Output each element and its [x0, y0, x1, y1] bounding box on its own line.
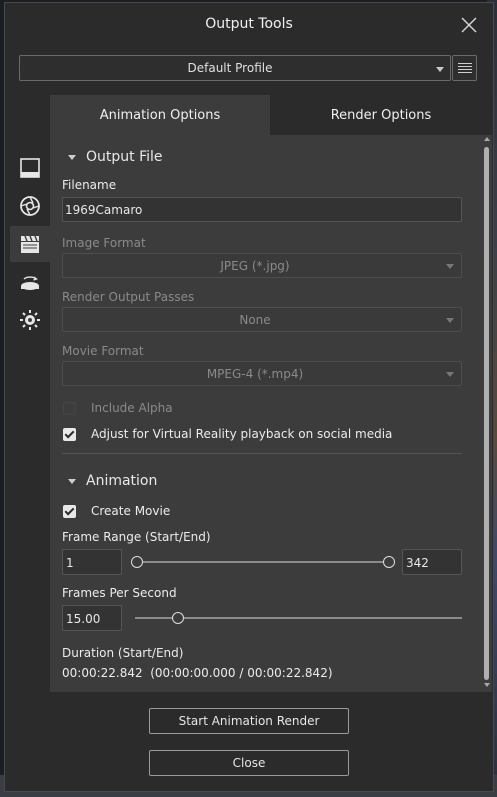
section-divider — [62, 453, 462, 454]
duration-label: Duration (Start/End) — [62, 646, 184, 660]
dialog-footer: Start Animation Render Close — [6, 692, 492, 791]
sidebar-item-camera[interactable] — [10, 188, 50, 224]
movie-format-value: MPEG-4 (*.mp4) — [206, 367, 304, 381]
vr-adjust-label: Adjust for Virtual Reality playback on s… — [91, 427, 393, 441]
frame-start-slider-handle[interactable] — [131, 556, 143, 568]
scroll-thumb[interactable] — [484, 147, 489, 680]
tab-animation-options[interactable]: Animation Options — [50, 95, 270, 135]
clapperboard-icon — [21, 235, 39, 253]
sun-gear-icon — [20, 310, 40, 330]
dialog-title: Output Tools — [205, 16, 293, 32]
collapse-triangle-icon — [68, 479, 76, 484]
profile-menu-button[interactable] — [452, 55, 477, 81]
scroll-down-icon[interactable] — [484, 683, 490, 687]
chevron-down-icon — [446, 264, 454, 269]
frame-start-input[interactable]: 1 — [62, 549, 122, 575]
fps-input[interactable]: 15.00 — [62, 605, 122, 631]
content-area: Animation Options Render Options Output … — [6, 95, 492, 692]
scroll-up-icon[interactable] — [484, 137, 490, 141]
sidebar-item-animation[interactable] — [10, 226, 50, 262]
include-alpha-label: Include Alpha — [91, 401, 173, 415]
title-bar: Output Tools — [5, 3, 493, 47]
animation-options-panel: Output File Filename 1969Camaro Image Fo… — [50, 135, 492, 692]
collapse-triangle-icon — [68, 155, 76, 160]
frame-end-input[interactable]: 342 — [402, 549, 462, 575]
image-format-value: JPEG (*.jpg) — [220, 259, 290, 273]
close-icon[interactable] — [460, 16, 478, 34]
sidebar-item-lighting[interactable] — [10, 302, 50, 338]
frame-range-label: Frame Range (Start/End) — [62, 530, 211, 544]
filename-label: Filename — [62, 178, 117, 192]
chevron-down-icon — [446, 372, 454, 377]
menu-icon — [458, 63, 472, 64]
fps-slider-handle[interactable] — [172, 612, 184, 624]
frame-range-slider-track[interactable] — [135, 561, 393, 563]
create-movie-label: Create Movie — [91, 504, 171, 518]
profile-dropdown-value: Default Profile — [187, 61, 273, 75]
movie-format-label: Movie Format — [62, 344, 144, 358]
filename-value: 1969Camaro — [65, 203, 143, 217]
tab-bar: Animation Options Render Options — [50, 95, 492, 135]
aperture-icon — [20, 196, 40, 216]
panel-scrollbar[interactable] — [482, 135, 492, 692]
sidebar — [6, 95, 50, 692]
close-button[interactable]: Close — [149, 750, 349, 776]
vr-adjust-checkbox[interactable] — [63, 428, 76, 441]
turntable-icon — [21, 276, 39, 290]
create-movie-checkbox[interactable] — [63, 505, 76, 518]
include-alpha-checkbox — [63, 402, 76, 415]
movie-format-dropdown: MPEG-4 (*.mp4) — [62, 361, 462, 386]
render-passes-value: None — [239, 313, 271, 327]
chevron-down-icon — [436, 67, 444, 72]
fps-slider-track[interactable] — [135, 617, 462, 619]
frame-icon — [20, 158, 40, 178]
image-format-label: Image Format — [62, 236, 146, 250]
frame-end-slider-handle[interactable] — [383, 556, 395, 568]
start-animation-render-button[interactable]: Start Animation Render — [149, 708, 349, 734]
render-passes-label: Render Output Passes — [62, 290, 195, 304]
duration-value: 00:00:22.842 (00:00:00.000 / 00:00:22.84… — [62, 666, 333, 680]
tab-render-options[interactable]: Render Options — [270, 95, 492, 135]
sidebar-item-frame[interactable] — [10, 150, 50, 186]
sidebar-item-turntable[interactable] — [10, 264, 50, 300]
chevron-down-icon — [446, 318, 454, 323]
output-tools-dialog: Output Tools Default Profile Animation O… — [4, 2, 494, 792]
fps-label: Frames Per Second — [62, 586, 177, 600]
profile-dropdown[interactable]: Default Profile — [19, 55, 451, 81]
filename-input[interactable]: 1969Camaro — [62, 197, 462, 222]
image-format-dropdown: JPEG (*.jpg) — [62, 253, 462, 278]
render-passes-dropdown: None — [62, 307, 462, 332]
